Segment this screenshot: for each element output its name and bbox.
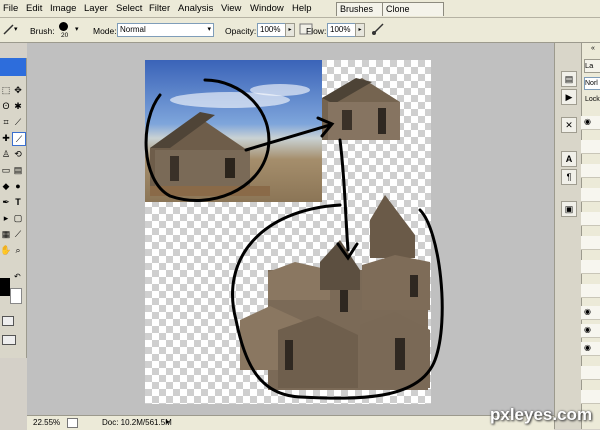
layer-row[interactable]: ◉ [581, 116, 600, 130]
status-menu-arrow-icon[interactable]: ▸ [166, 417, 170, 426]
arrow-stroke-2 [336, 138, 359, 261]
layer-row[interactable] [581, 188, 600, 202]
single-shack [322, 78, 400, 140]
layer-row[interactable] [581, 284, 600, 298]
layer-row[interactable] [581, 140, 600, 154]
arrow-stroke-1 [244, 116, 335, 152]
blend-mode-select[interactable]: Norl [584, 77, 600, 90]
actions-panel-icon[interactable]: ▶ [561, 89, 577, 105]
status-options-icon[interactable] [67, 418, 78, 428]
document-size: Doc: 10.2M/561.5M [102, 418, 172, 427]
collapse-icon[interactable]: « [591, 45, 595, 52]
layer-row[interactable]: ◉ [581, 324, 600, 338]
panel-icon-strip: ▤ ▶ ✕ A ¶ ▣ [554, 43, 581, 429]
photo-shack [150, 112, 270, 196]
tab-layers-label: La [585, 61, 594, 70]
layer-row[interactable] [581, 236, 600, 250]
status-bar: 22.55% Doc: 10.2M/561.5M ▸ [27, 415, 554, 430]
layer-row[interactable] [581, 164, 600, 178]
eye-icon[interactable]: ◉ [584, 117, 591, 126]
layer-row[interactable] [581, 260, 600, 274]
layer-comps-icon[interactable]: ▣ [561, 201, 577, 217]
layer-row[interactable]: ◉ [581, 342, 600, 356]
blend-mode-value: Norl [585, 80, 598, 87]
tab-layers[interactable]: La [584, 59, 600, 73]
paragraph-panel-icon[interactable]: ¶ [561, 169, 577, 185]
eye-icon[interactable]: ◉ [584, 307, 591, 316]
shack-cluster [240, 195, 430, 390]
watermark: pxleyes.com [490, 405, 593, 424]
layer-row[interactable] [581, 212, 600, 226]
lock-label: Lock [585, 96, 600, 103]
tools-panel-icon[interactable]: ✕ [561, 117, 577, 133]
layer-row[interactable] [581, 390, 600, 404]
layer-row[interactable]: ◉ [581, 306, 600, 320]
artwork-layer [144, 78, 444, 400]
history-panel-icon[interactable]: ▤ [561, 71, 577, 87]
zoom-level[interactable]: 22.55% [33, 418, 60, 427]
layer-row[interactable] [581, 366, 600, 380]
eye-icon[interactable]: ◉ [584, 343, 591, 352]
eye-icon[interactable]: ◉ [584, 325, 591, 334]
character-panel-icon[interactable]: A [561, 151, 577, 167]
